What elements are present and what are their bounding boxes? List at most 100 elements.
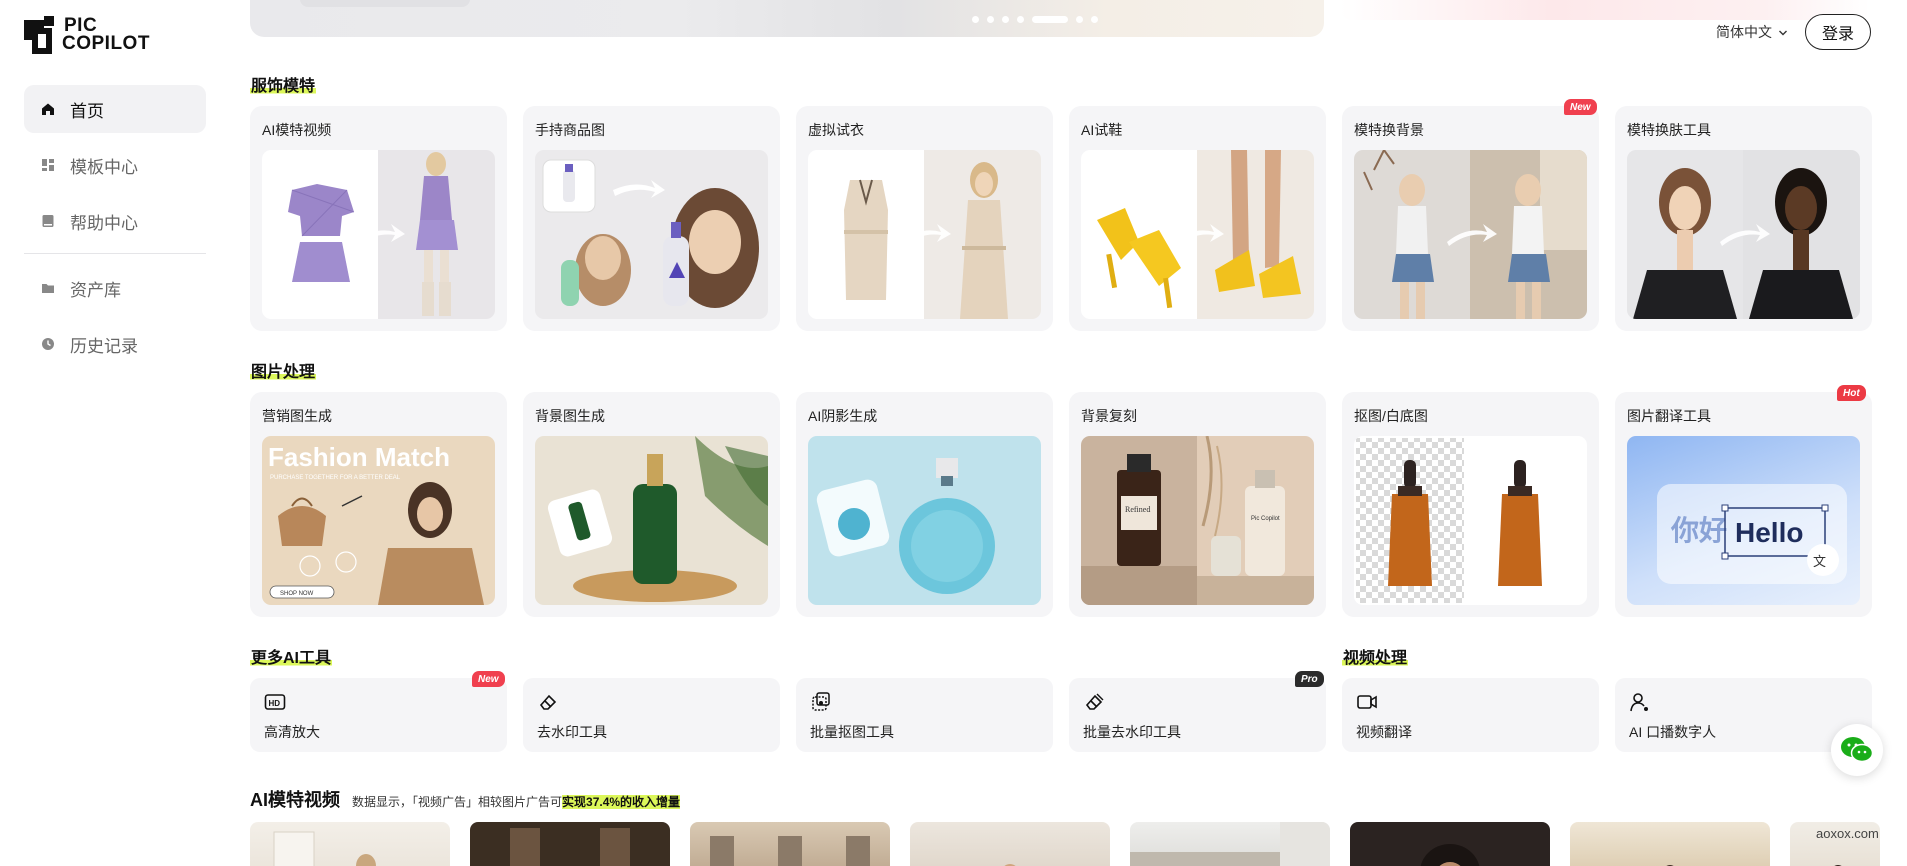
hero-banner[interactable] (250, 0, 1324, 37)
video-thumbnail[interactable] (1130, 822, 1330, 866)
card-thumbnail (1354, 436, 1587, 605)
card-thumbnail (535, 436, 768, 605)
section-title-image: 图片处理 (250, 358, 317, 382)
sidebar-divider (24, 253, 206, 254)
chevron-down-icon (1778, 24, 1788, 40)
card-bg-generate[interactable]: 背景图生成 (523, 392, 780, 617)
section-title-video: 视频处理 (1342, 644, 1409, 668)
tool-watermark-remove[interactable]: 去水印工具 (523, 678, 780, 752)
new-badge: New (472, 671, 505, 687)
section-title-text: 图片处理 (250, 364, 317, 381)
logo-mark-icon (24, 16, 54, 54)
art-subtitle: PURCHASE TOGETHER FOR A BETTER DEAL (270, 475, 401, 481)
logo-line2: COPILOT (62, 33, 150, 54)
tool-video-translate[interactable]: 视频翻译 (1342, 678, 1599, 752)
hd-icon: HD (264, 694, 286, 710)
card-label: 图片翻译工具 (1627, 408, 1711, 424)
video-thumbnail[interactable] (470, 822, 670, 866)
perfume-shadow-image (816, 458, 995, 594)
carousel-dot[interactable] (1091, 16, 1098, 23)
bottle-label-right: Pic Copilot (1251, 516, 1280, 522)
carousel-dot[interactable] (1002, 16, 1009, 23)
card-handheld-product[interactable]: 手持商品图 (523, 106, 780, 331)
video-thumbnail[interactable] (910, 822, 1110, 866)
template-icon (40, 157, 56, 173)
pro-badge: Pro (1295, 671, 1324, 687)
card-ai-shoe-tryon[interactable]: AI试鞋 (1069, 106, 1326, 331)
tool-label: 批量去水印工具 (1083, 724, 1181, 740)
carousel-dot[interactable] (987, 16, 994, 23)
card-label: 模特换背景 (1354, 122, 1424, 138)
carousel-dot[interactable] (1076, 16, 1083, 23)
section-title-model-video: AI模特视频 数据显示，「视频广告」相较图片广告可实现37.4%的收入增量 (250, 786, 681, 812)
sidebar-item-label: 帮助中心 (70, 213, 138, 233)
video-thumbnail[interactable] (1350, 822, 1550, 866)
bottle-replicated-image: Pic Copilot (1197, 436, 1314, 605)
tool-label: 去水印工具 (537, 724, 607, 740)
card-thumbnail (1081, 150, 1314, 319)
card-label: 营销图生成 (262, 408, 332, 424)
banner-tab (300, 0, 470, 7)
language-label: 简体中文 (1716, 24, 1772, 40)
new-badge: New (1564, 99, 1597, 115)
login-button[interactable]: 登录 (1805, 14, 1871, 50)
card-label: AI试鞋 (1081, 122, 1123, 138)
sidebar: PIC COPILOT 首页 模板中心 帮助中心 资产库 历史记录 (0, 0, 230, 866)
section-title-more-tools: 更多AI工具 (250, 644, 333, 668)
wechat-icon (1841, 737, 1874, 763)
art-shop-button: SHOP NOW (280, 591, 314, 597)
arrow-icon (900, 223, 951, 246)
sidebar-item-history[interactable]: 历史记录 (24, 320, 206, 368)
video-thumbnail[interactable] (1570, 822, 1770, 866)
sidebar-item-assets[interactable]: 资产库 (24, 264, 206, 312)
card-cutout-white-bg[interactable]: 抠图/白底图 (1342, 392, 1599, 617)
wechat-contact-button[interactable] (1831, 724, 1883, 776)
digital-human-icon (1630, 693, 1648, 712)
tool-hd-upscale[interactable]: New HD 高清放大 (250, 671, 507, 752)
history-icon (40, 336, 56, 352)
card-bg-replicate[interactable]: 背景复刻 Refined Pic Copilot (1069, 392, 1326, 617)
section-title-text: 视频处理 (1342, 650, 1409, 667)
card-ai-model-video[interactable]: AI模特视频 (250, 106, 507, 331)
logo[interactable]: PIC COPILOT (24, 16, 150, 54)
tool-label: 高清放大 (264, 724, 320, 740)
batch-cutout-icon (812, 692, 830, 711)
carousel-dot[interactable] (1017, 16, 1024, 23)
carousel-dot[interactable] (972, 16, 979, 23)
section-title-text: 更多AI工具 (250, 650, 333, 667)
sidebar-item-templates[interactable]: 模板中心 (24, 141, 206, 189)
card-label: 背景图生成 (535, 408, 605, 424)
video-thumbnail[interactable] (250, 822, 450, 866)
promo-banner[interactable] (1340, 0, 1870, 20)
hot-badge: Hot (1837, 385, 1866, 401)
bottle-original-image: Refined (1081, 454, 1197, 605)
card-model-bg-swap[interactable]: 模特换背景 New (1342, 99, 1599, 331)
tool-label: 批量抠图工具 (810, 724, 894, 740)
sidebar-item-label: 历史记录 (70, 336, 138, 356)
carousel-dot-active[interactable] (1032, 16, 1068, 23)
art-title: Fashion Match (268, 442, 450, 472)
bottle-label-left: Refined (1125, 505, 1150, 514)
card-ai-shadow[interactable]: AI阴影生成 (796, 392, 1053, 617)
sidebar-item-help[interactable]: 帮助中心 (24, 197, 206, 245)
tool-batch-cutout[interactable]: 批量抠图工具 (796, 678, 1053, 752)
art-source-text: 你好 (1670, 514, 1727, 547)
batch-eraser-icon (1085, 693, 1104, 710)
language-selector[interactable]: 简体中文 (1716, 22, 1788, 42)
arrow-icon (1446, 223, 1497, 246)
home-icon (40, 101, 56, 117)
sidebar-nav: 首页 模板中心 帮助中心 资产库 历史记录 (24, 85, 206, 376)
tool-label: 视频翻译 (1356, 724, 1412, 740)
section-description: 数据显示，「视频广告」相较图片广告可实现37.4%的收入增量 (352, 793, 681, 810)
card-model-skin-swap[interactable]: 模特换肤工具 (1615, 106, 1872, 331)
card-marketing-image[interactable]: 营销图生成 Fashion Match PURCHASE TOGETHER FO… (250, 392, 507, 617)
card-image-translate[interactable]: 图片翻译工具 Hot 你好 Hello 文 (1615, 385, 1872, 617)
sidebar-item-label: 首页 (70, 101, 104, 121)
card-thumbnail (535, 150, 768, 319)
sidebar-item-home[interactable]: 首页 (24, 85, 206, 133)
tool-batch-watermark-remove[interactable]: Pro 批量去水印工具 (1069, 671, 1326, 752)
arrow-icon (354, 223, 405, 246)
card-label: AI模特视频 (262, 122, 332, 138)
card-virtual-tryon[interactable]: 虚拟试衣 (796, 106, 1053, 331)
video-thumbnail[interactable] (690, 822, 890, 866)
